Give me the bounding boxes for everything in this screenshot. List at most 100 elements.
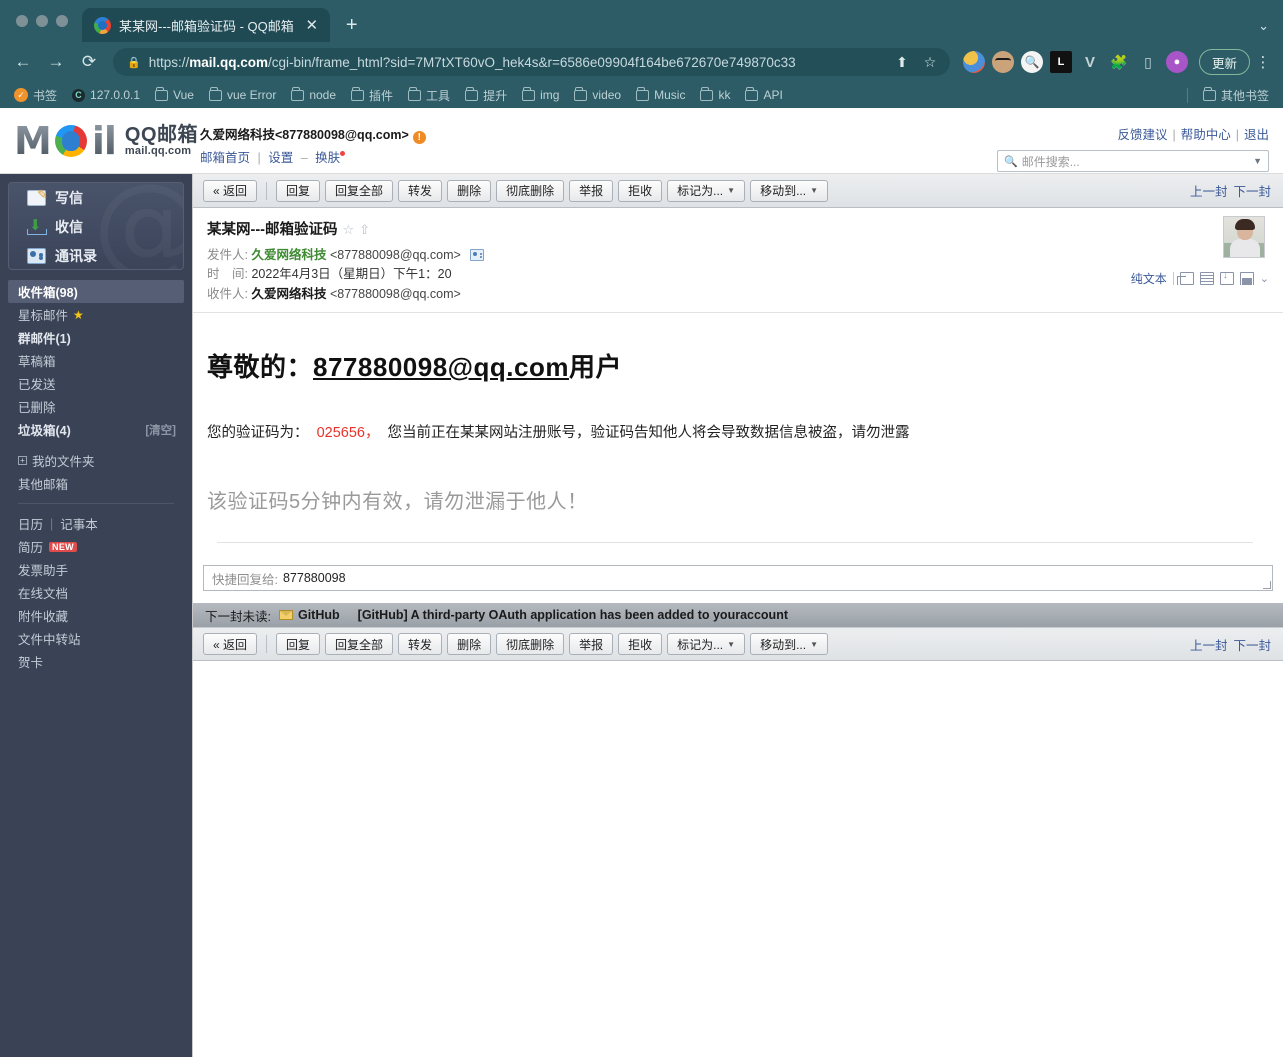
sidebar-item-my-folders[interactable]: + 我的文件夹 [8,449,184,472]
from-name[interactable]: 久爱网络科技 [251,248,326,262]
back-icon[interactable]: ← [8,47,38,77]
sidebar-item-sent[interactable]: 已发送 [8,372,184,395]
star-icon[interactable]: ☆ [343,222,355,237]
bookmark-item[interactable]: C 127.0.0.1 [66,86,146,104]
prev-mail-link[interactable]: 上一封 [1190,185,1228,199]
notes-label[interactable]: 记事本 [60,514,98,533]
bookmark-item[interactable]: 插件 [345,85,399,106]
mark-as-button[interactable]: 标记为... ▼ [667,633,746,656]
address-bar[interactable]: 🔒 https://mail.qq.com/cgi-bin/frame_html… [113,48,950,76]
reply-button[interactable]: 回复 [276,633,321,656]
share-icon[interactable]: ⬆ [892,52,912,72]
chevron-double-down-icon[interactable]: ⌄ [1260,272,1269,285]
flag-icon[interactable]: ⇧ [359,222,370,237]
window-minimize-button[interactable] [36,15,48,27]
sidepanel-icon[interactable]: ▯ [1137,51,1159,73]
next-unread-bar[interactable]: 下一封未读: GitHub [GitHub] A third-party OAu… [193,603,1283,628]
text-view-icon[interactable] [1199,272,1214,285]
warning-badge-icon[interactable]: ! [412,131,426,144]
forward-icon[interactable]: → [41,47,71,77]
bookmark-item[interactable]: img [516,86,565,104]
chevron-down-icon[interactable]: ⌄ [1258,18,1269,34]
sidebar-item-online-docs[interactable]: 在线文档 [8,581,184,604]
bookmark-item[interactable]: 提升 [459,85,513,106]
sidebar-item-greeting-card[interactable]: 贺卡 [8,650,184,673]
bookmark-item[interactable]: 工具 [402,85,456,106]
window-traffic-lights[interactable] [12,0,82,42]
bookmark-item[interactable]: video [568,86,627,104]
sidebar-item-attachments[interactable]: 附件收藏 [8,604,184,627]
mail-search-box[interactable]: 🔍 邮件搜索... ▼ [997,150,1269,172]
contact-card-icon[interactable] [470,249,485,261]
move-to-button[interactable]: 移动到... ▼ [750,179,828,202]
sidebar-item-group-mail[interactable]: 群邮件(1) [8,326,184,349]
print-icon[interactable] [1239,272,1254,285]
browser-menu-icon[interactable]: ⋮ [1253,55,1273,70]
report-button[interactable]: 举报 [569,179,614,202]
bookmark-item[interactable]: kk [694,86,736,104]
link-logout[interactable]: 退出 [1244,128,1269,142]
open-new-window-icon[interactable] [1176,272,1194,285]
prev-mail-link[interactable]: 上一封 [1190,639,1228,653]
sidebar-item-deleted[interactable]: 已删除 [8,395,184,418]
quick-reply-input[interactable]: 快捷回复给: 877880098 [203,565,1273,592]
link-skin[interactable]: 换肤 [315,151,340,165]
bookmark-item[interactable]: Music [630,86,691,104]
reply-button[interactable]: 回复 [276,179,321,202]
permanent-delete-button[interactable]: 彻底删除 [496,179,565,202]
bookmark-item[interactable]: vue Error [203,86,282,104]
mark-as-button[interactable]: 标记为... ▼ [667,179,746,202]
expand-icon[interactable]: + [18,456,27,465]
reload-icon[interactable]: ⟳ [74,47,104,77]
sidebar-item-compose[interactable]: 写信 [9,183,183,212]
bookmark-item[interactable]: API [739,86,788,104]
empty-trash-link[interactable]: [清空] [145,422,176,438]
window-close-button[interactable] [16,15,28,27]
save-icon[interactable] [1219,270,1234,285]
report-button[interactable]: 举报 [569,633,614,656]
extensions-puzzle-icon[interactable]: 🧩 [1108,51,1130,73]
close-icon[interactable]: ✕ [302,15,322,35]
link-mailbox-home[interactable]: 邮箱首页 [200,151,250,165]
window-maximize-button[interactable] [56,15,68,27]
bookmark-star-icon[interactable]: ☆ [920,52,940,72]
other-bookmarks-item[interactable]: 其他书签 [1197,85,1275,106]
sidebar-item-inbox[interactable]: 收件箱(98) [8,280,184,303]
reply-all-button[interactable]: 回复全部 [325,179,394,202]
reject-button[interactable]: 拒收 [618,179,663,202]
extension-icon-glasses[interactable] [991,51,1014,73]
sidebar-item-resume[interactable]: 简历 NEW [8,535,184,558]
calendar-label[interactable]: 日历 [18,514,43,533]
bookmark-item[interactable]: node [285,86,342,104]
profile-avatar-icon[interactable]: ● [1165,51,1188,73]
extension-icon-letter-l[interactable]: L [1049,51,1072,73]
sidebar-item-file-transfer[interactable]: 文件中转站 [8,627,184,650]
forward-button[interactable]: 转发 [398,179,443,202]
sidebar-item-other-mailbox[interactable]: 其他邮箱 [8,472,184,495]
link-help-center[interactable]: 帮助中心 [1181,128,1231,142]
next-unread-subject[interactable]: [GitHub] A third-party OAuth application… [358,608,788,622]
new-tab-button[interactable]: + [338,11,366,39]
sidebar-item-invoice[interactable]: 发票助手 [8,558,184,581]
back-button[interactable]: « 返回 [203,633,258,656]
back-button[interactable]: « 返回 [203,179,258,202]
sidebar-item-receive[interactable]: 收信 [9,212,183,241]
extension-icon-vimium[interactable]: V [1079,51,1101,73]
move-to-button[interactable]: 移动到... ▼ [750,633,828,656]
reject-button[interactable]: 拒收 [618,633,663,656]
forward-button[interactable]: 转发 [398,633,443,656]
bookmark-item[interactable]: ✓ 书签 [8,85,63,106]
link-feedback[interactable]: 反馈建议 [1117,128,1167,142]
browser-tab[interactable]: 某某网---邮箱验证码 - QQ邮箱 ✕ [82,8,330,42]
qqmail-logo[interactable]: M il QQ邮箱 mail.qq.com [14,122,198,160]
delete-button[interactable]: 删除 [447,179,492,202]
extension-icon-colorwheel[interactable] [962,51,985,73]
permanent-delete-button[interactable]: 彻底删除 [496,633,565,656]
greeting-email-link[interactable]: 877880098@qq.com [313,352,569,382]
sidebar-item-starred[interactable]: 星标邮件 ★ [8,303,184,326]
bookmark-item[interactable]: Vue [149,86,200,104]
sidebar-item-drafts[interactable]: 草稿箱 [8,349,184,372]
sidebar-item-trash[interactable]: 垃圾箱(4) [清空] [8,418,184,441]
delete-button[interactable]: 删除 [447,633,492,656]
plain-text-link[interactable]: 纯文本 [1131,270,1167,287]
